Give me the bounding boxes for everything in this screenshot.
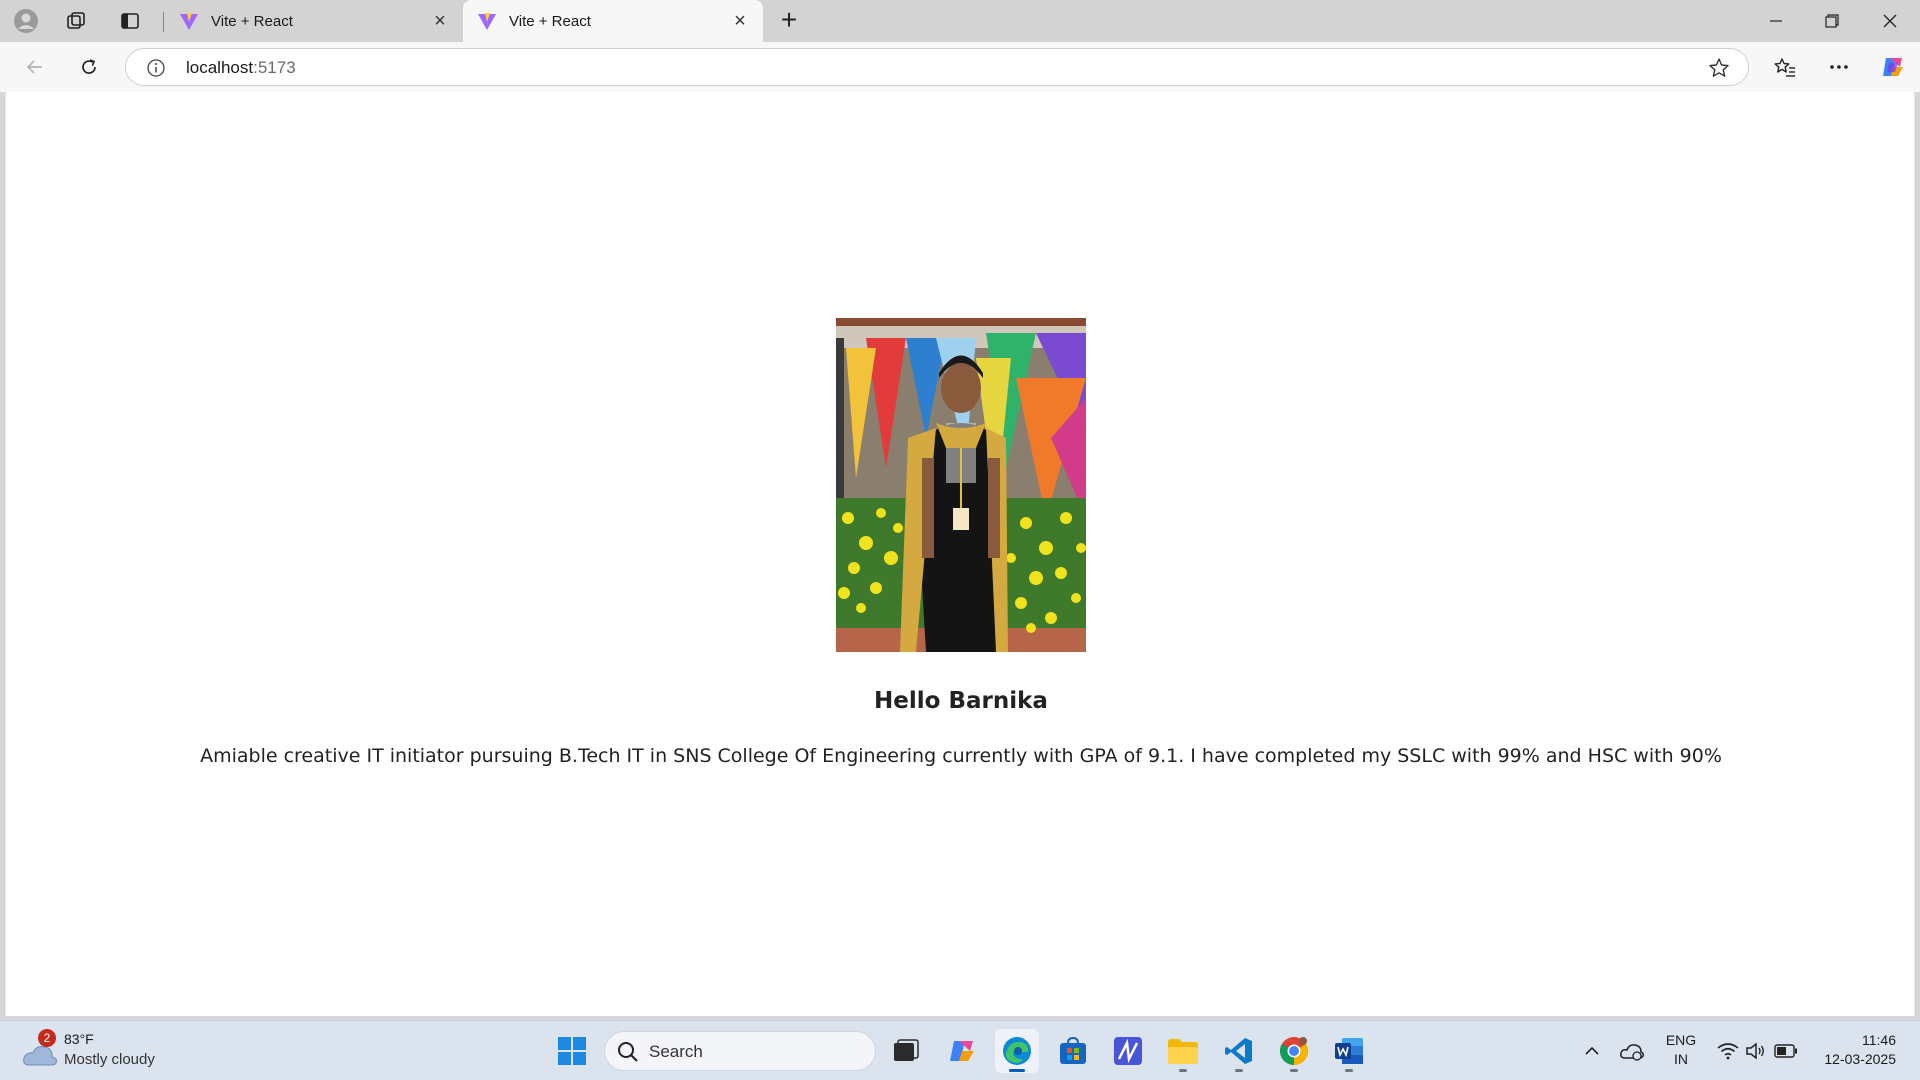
chrome-icon [1280, 1037, 1308, 1065]
url-text: localhost:5173 [186, 58, 296, 78]
vibe-app[interactable] [1106, 1029, 1150, 1073]
store-icon [1060, 1036, 1086, 1064]
clock-time: 11:46 [1862, 1032, 1896, 1048]
search-icon [618, 1042, 638, 1062]
vibe-icon [1114, 1037, 1142, 1065]
battery-icon [1774, 1044, 1797, 1058]
taskbar-search[interactable]: Search [604, 1031, 876, 1071]
workspaces-icon[interactable] [60, 6, 92, 36]
site-info-icon[interactable] [146, 58, 166, 78]
copilot-icon [1883, 58, 1903, 76]
store-app[interactable] [1051, 1029, 1095, 1073]
tab-bar: Vite + React × Vite + React × + [0, 0, 1920, 42]
vscode-app[interactable] [1217, 1029, 1261, 1073]
running-indicator [1290, 1069, 1298, 1072]
minimize-button[interactable] [1748, 0, 1804, 42]
restore-button[interactable] [1804, 0, 1860, 42]
chevron-up-icon [1585, 1046, 1599, 1055]
navigation-bar: localhost:5173 [0, 42, 1920, 92]
edge-icon [1003, 1037, 1031, 1065]
running-indicator [1235, 1069, 1243, 1072]
battery-button[interactable] [1766, 1029, 1806, 1073]
search-label: Search [649, 1042, 703, 1061]
weather-widget[interactable]: 2 83°F Mostly cloudy [20, 1029, 180, 1073]
task-view-icon [894, 1039, 919, 1061]
vite-logo-icon [478, 13, 496, 30]
language-code: ENG [1665, 1032, 1697, 1048]
tab-vite-react-2[interactable]: Vite + React × [463, 0, 763, 42]
copilot-app[interactable] [940, 1029, 984, 1073]
more-options-button[interactable] [1822, 51, 1856, 83]
vertical-tabs-icon[interactable] [114, 6, 146, 36]
start-button[interactable] [550, 1029, 594, 1073]
taskbar: 2 83°F Mostly cloudy Search ENG IN 11:46… [0, 1020, 1920, 1080]
volume-icon [1746, 1042, 1764, 1060]
greeting-heading: Hello Barnika [874, 688, 1048, 714]
notification-badge: 2 [38, 1029, 56, 1047]
back-arrow-icon [26, 60, 42, 74]
running-indicator [1179, 1069, 1187, 1072]
active-indicator [1009, 1069, 1025, 1072]
weather-temperature: 83°F [64, 1031, 94, 1047]
onedrive-button[interactable] [1610, 1029, 1654, 1073]
more-icon [1830, 65, 1848, 69]
refresh-icon [82, 59, 96, 74]
clock[interactable]: 11:46 12-03-2025 [1812, 1031, 1896, 1069]
profile-photo [836, 318, 1086, 652]
chrome-app[interactable] [1272, 1029, 1316, 1073]
copilot-button[interactable] [1876, 51, 1910, 83]
tab-separator [163, 12, 164, 32]
back-button[interactable] [18, 51, 52, 83]
word-app[interactable] [1327, 1029, 1371, 1073]
profile-icon[interactable] [10, 6, 42, 36]
task-view-button[interactable] [884, 1029, 928, 1073]
input-language[interactable]: ENG IN [1664, 1031, 1698, 1069]
refresh-button[interactable] [72, 51, 106, 83]
region-code: IN [1674, 1051, 1688, 1067]
word-icon [1335, 1038, 1363, 1064]
address-bar[interactable]: localhost:5173 [125, 48, 1749, 86]
weather-condition: Mostly cloudy [64, 1051, 155, 1068]
web-page: Hello Barnika Amiable creative IT initia… [5, 92, 1915, 1016]
running-indicator [1345, 1069, 1353, 1072]
vite-logo-icon [180, 13, 198, 30]
file-explorer-icon [1168, 1039, 1198, 1064]
windows-logo-icon [558, 1037, 586, 1065]
edge-app[interactable] [995, 1029, 1039, 1073]
favorite-star-icon[interactable] [1708, 57, 1730, 79]
new-tab-button[interactable]: + [773, 6, 805, 36]
favorites-button[interactable] [1768, 51, 1802, 83]
close-tab-icon[interactable]: × [729, 10, 751, 33]
tab-title: Vite + React [211, 12, 293, 30]
close-tab-icon[interactable]: × [429, 10, 451, 33]
tab-title: Vite + React [509, 12, 591, 30]
url-host: localhost [186, 58, 254, 77]
bio-paragraph: Amiable creative IT initiator pursuing B… [200, 745, 1722, 767]
close-window-button[interactable] [1862, 0, 1918, 42]
vscode-icon [1225, 1038, 1252, 1064]
cloud-sync-icon [1620, 1044, 1644, 1061]
url-port: :5173 [253, 58, 296, 77]
file-explorer-app[interactable] [1161, 1029, 1205, 1073]
clock-date: 12-03-2025 [1824, 1051, 1896, 1067]
show-hidden-icons-button[interactable] [1570, 1029, 1614, 1073]
copilot-icon [950, 1041, 974, 1061]
favorites-icon [1774, 58, 1795, 77]
tab-vite-react-1[interactable]: Vite + React × [165, 0, 463, 42]
